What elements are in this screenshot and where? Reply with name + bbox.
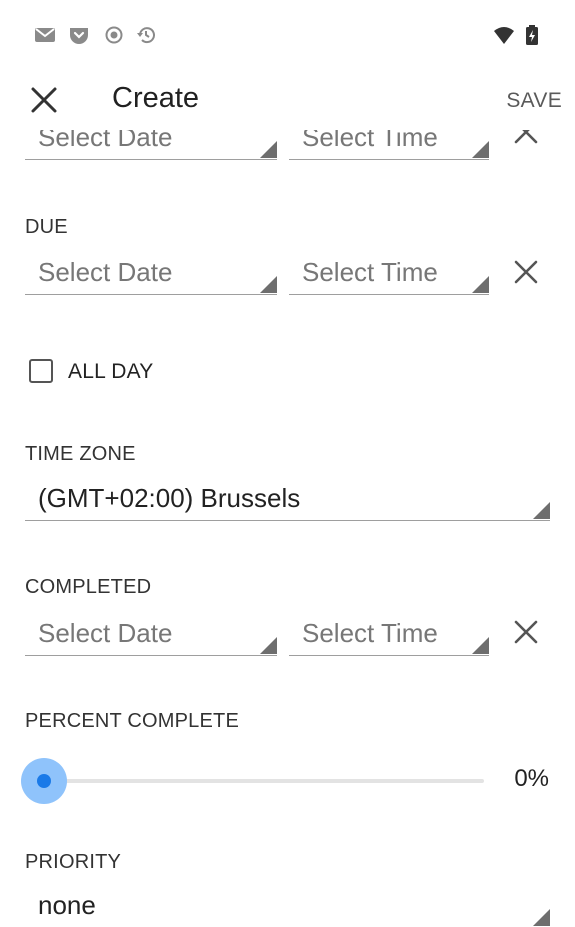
- due-date-spinner[interactable]: Select Date: [25, 257, 277, 295]
- percent-slider-thumb-dot: [37, 774, 51, 788]
- dropdown-arrow-icon: [533, 909, 550, 926]
- percent-complete-label: PERCENT COMPLETE: [25, 710, 239, 732]
- percent-slider-track[interactable]: [44, 779, 484, 783]
- close-icon: [31, 87, 57, 113]
- due-label: DUE: [25, 216, 68, 238]
- priority-value: none: [38, 890, 96, 920]
- time-zone-label: TIME ZONE: [25, 443, 136, 465]
- clear-icon: [514, 620, 538, 644]
- dropdown-arrow-icon: [533, 502, 550, 519]
- time-zone-value: (GMT+02:00) Brussels: [38, 483, 301, 513]
- page-title: Create: [112, 82, 200, 114]
- start-date-text: Select Date: [38, 130, 173, 152]
- priority-label: PRIORITY: [25, 851, 122, 873]
- time-zone-spinner[interactable]: (GMT+02:00) Brussels: [25, 483, 550, 521]
- percent-value: 0%: [514, 765, 549, 792]
- due-time-spinner[interactable]: Select Time: [289, 257, 489, 295]
- clear-due-button[interactable]: [512, 258, 540, 286]
- wifi-icon: [493, 24, 515, 46]
- clear-icon: [514, 130, 538, 144]
- mail-icon: [34, 24, 56, 46]
- completed-time-spinner[interactable]: Select Time: [289, 618, 489, 656]
- all-day-label: ALL DAY: [68, 360, 154, 383]
- battery-icon: [521, 24, 543, 46]
- dropdown-arrow-icon: [472, 276, 489, 293]
- pocket-icon: [68, 24, 90, 46]
- dropdown-arrow-icon: [472, 637, 489, 654]
- clear-icon: [514, 260, 538, 284]
- completed-date-spinner[interactable]: Select Date: [25, 618, 277, 656]
- save-button[interactable]: SAVE: [506, 89, 562, 113]
- due-date-text: Select Date: [38, 257, 173, 287]
- start-time-text: Select Time: [302, 130, 438, 152]
- all-day-checkbox[interactable]: [29, 359, 53, 383]
- completed-label: COMPLETED: [25, 576, 152, 598]
- priority-spinner[interactable]: none: [25, 890, 550, 927]
- dropdown-arrow-icon: [260, 637, 277, 654]
- clear-completed-button[interactable]: [512, 618, 540, 646]
- record-icon: [103, 24, 125, 46]
- due-time-text: Select Time: [302, 257, 438, 287]
- close-button[interactable]: [28, 84, 60, 116]
- start-date-spinner[interactable]: Select Date: [25, 130, 277, 160]
- start-time-spinner[interactable]: Select Time: [289, 130, 489, 160]
- dropdown-arrow-icon: [260, 141, 277, 158]
- dropdown-arrow-icon: [472, 141, 489, 158]
- clear-start-button[interactable]: [512, 130, 540, 146]
- sync-history-icon: [136, 24, 158, 46]
- completed-date-text: Select Date: [38, 618, 173, 648]
- completed-time-text: Select Time: [302, 618, 438, 648]
- form-content[interactable]: Select Date Select Time DUE Select Date …: [0, 130, 575, 927]
- dropdown-arrow-icon: [260, 276, 277, 293]
